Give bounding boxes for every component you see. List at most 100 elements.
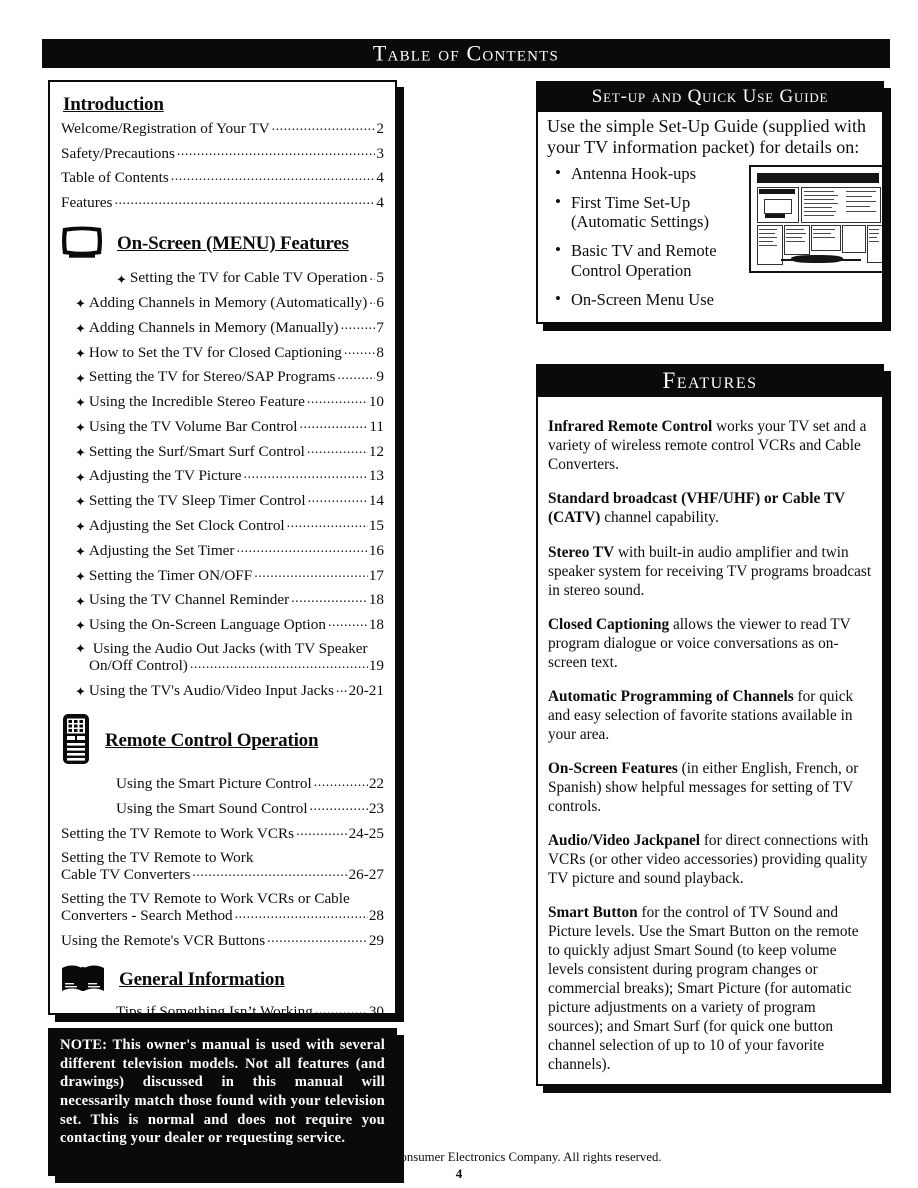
toc-entry[interactable]: Setting the TV Remote to Work VCRs .....… <box>61 825 384 841</box>
leader-dots: ........................................… <box>114 194 375 209</box>
setup-guide-lead-text: Use the simple Set-Up Guide (supplied wi… <box>547 116 866 157</box>
toc-section-remote-control-header: Remote Control Operation <box>61 713 384 770</box>
list-item: On-Screen Menu Use <box>553 289 749 310</box>
toc-entry[interactable]: ✦ Setting the Timer ON/OFF .............… <box>61 567 384 583</box>
toc-entry-page: 19 <box>368 657 384 675</box>
diamond-bullet-icon: ✦ <box>116 271 127 287</box>
toc-entry[interactable]: ✦ Using the Audio Out Jacks (with TV Spe… <box>61 641 384 674</box>
diamond-bullet-icon: ✦ <box>75 321 86 337</box>
leader-dots: ........................................… <box>369 269 376 284</box>
list-item: Antenna Hook-ups <box>553 163 749 184</box>
leader-dots: ........................................… <box>254 566 368 581</box>
feature-item-term: Stereo TV <box>548 543 615 561</box>
toc-entry[interactable]: ✦ Setting the TV for Cable TV Operation … <box>61 270 384 286</box>
toc-section-menu-features-heading: On-Screen (MENU) Features <box>117 233 349 255</box>
toc-entry-label: How to Set the TV for Closed Captioning <box>88 343 342 361</box>
leader-dots: ........................................… <box>309 800 368 815</box>
leader-dots: ........................................… <box>327 616 368 631</box>
toc-entry-page: 15 <box>368 516 384 534</box>
feature-item: Smart Button for the control of TV Sound… <box>548 904 872 1075</box>
leader-dots: ........................................… <box>369 294 375 309</box>
toc-entry-label: Adding Channels in Memory (Manually) <box>88 318 339 336</box>
leader-dots: ........................................… <box>189 657 368 672</box>
diamond-bullet-icon: ✦ <box>75 568 86 584</box>
toc-entry[interactable]: ✦ Setting the TV Sleep Timer Control ...… <box>61 492 384 508</box>
toc-section-introduction-heading: Introduction <box>63 94 164 115</box>
toc-entry[interactable]: Setting the TV Remote to Work VCRs or Ca… <box>61 891 384 924</box>
feature-item-term: On-Screen Features <box>548 760 678 778</box>
toc-entry-page: 26-27 <box>348 866 384 884</box>
toc-entry[interactable]: ✦ Using the TV Volume Bar Control ......… <box>61 418 384 434</box>
toc-entry[interactable]: ✦ How to Set the TV for Closed Captionin… <box>61 344 384 360</box>
tv-icon <box>61 225 103 264</box>
toc-entry[interactable]: Using the Remote's VCR Buttons .........… <box>61 932 384 948</box>
toc-entry[interactable]: Tips if Something Isn’t Working ........… <box>61 1003 384 1015</box>
setup-guide-bullet-list: Antenna Hook-ups First Time Set-Up (Auto… <box>547 160 749 319</box>
toc-entry[interactable]: ✦ Using the TV's Audio/Video Input Jacks… <box>61 682 384 698</box>
leader-dots: ........................................… <box>306 442 368 457</box>
feature-item: Infrared Remote Control works your TV se… <box>548 418 872 475</box>
toc-entry-page: 12 <box>368 442 384 460</box>
leader-dots: ........................................… <box>192 866 347 881</box>
open-book-icon <box>61 963 105 998</box>
toc-entry-label: Safety/Precautions <box>61 144 175 162</box>
toc-entry-page: 11 <box>369 417 384 435</box>
toc-entry-page: 30 <box>368 1003 384 1015</box>
toc-entry-page: 3 <box>376 144 384 162</box>
toc-entry-page: 7 <box>376 318 384 336</box>
toc-entry[interactable]: ✦ Adjusting the Set Timer ..............… <box>61 542 384 558</box>
toc-section-remote-control-heading: Remote Control Operation <box>105 730 319 752</box>
toc-entry-page: 24-25 <box>348 824 384 842</box>
features-banner-title: Features <box>538 366 882 397</box>
toc-entry[interactable]: ✦ Adjusting the Set Clock Control ......… <box>61 517 384 533</box>
toc-entry[interactable]: ✦ Setting the TV for Stereo/SAP Programs… <box>61 369 384 385</box>
toc-entry-label: Using the Smart Picture Control <box>116 775 312 793</box>
leader-dots: ........................................… <box>313 775 368 790</box>
toc-entry-label: Setting the TV for Stereo/SAP Programs <box>88 368 336 386</box>
feature-item: Audio/Video Jackpanel for direct connect… <box>548 832 872 889</box>
toc-entry[interactable]: ✦ Adding Channels in Memory (Automatical… <box>61 294 384 310</box>
leader-dots: ........................................… <box>234 907 368 922</box>
toc-entry-page: 13 <box>368 467 384 485</box>
feature-item-term: Audio/Video Jackpanel <box>548 832 701 850</box>
toc-entry-label: Using the Audio Out Jacks (with TV Speak… <box>92 640 368 658</box>
toc-entry-label: Setting the TV for Cable TV Operation <box>129 269 368 287</box>
toc-entry-page: 8 <box>376 343 384 361</box>
diamond-bullet-icon: ✦ <box>75 370 86 386</box>
feature-item: Stereo TV with built-in audio amplifier … <box>548 544 872 601</box>
toc-entry-label: Using the Incredible Stereo Feature <box>88 393 305 411</box>
toc-entry[interactable]: Table of Contents ......................… <box>61 170 384 186</box>
setup-guide-banner-title: Set-up and Quick Use Guide <box>538 83 882 112</box>
toc-entry[interactable]: ✦ Adjusting the TV Picture .............… <box>61 468 384 484</box>
leader-dots: ........................................… <box>296 825 347 840</box>
feature-item-term: Closed Captioning <box>548 615 670 633</box>
toc-entry-label: Using the TV Channel Reminder <box>88 591 290 609</box>
leader-dots: ........................................… <box>340 319 376 334</box>
toc-entry[interactable]: ✦ Using the Incredible Stereo Feature ..… <box>61 393 384 409</box>
toc-entry-page: 9 <box>376 368 384 386</box>
toc-entry[interactable]: ✦ Adding Channels in Memory (Manually) .… <box>61 319 384 335</box>
toc-entry[interactable]: Safety/Precautions .....................… <box>61 145 384 161</box>
toc-entry[interactable]: Welcome/Registration of Your TV ........… <box>61 120 384 136</box>
table-of-contents-panel: Introduction Welcome/Registration of You… <box>48 80 404 1022</box>
toc-entry[interactable]: Using the Smart Sound Control ..........… <box>61 800 384 816</box>
toc-entry-page: 17 <box>368 566 384 584</box>
diamond-bullet-icon: ✦ <box>75 544 86 559</box>
toc-entry[interactable]: Setting the TV Remote to Work Cable TV C… <box>61 850 384 883</box>
toc-entry[interactable]: ✦ Using the On-Screen Language Option ..… <box>61 616 384 632</box>
toc-entry-label: Using the TV Volume Bar Control <box>88 417 298 435</box>
toc-entry-label: Using the Remote's VCR Buttons <box>61 932 266 950</box>
feature-item: Automatic Programming of Channels for qu… <box>548 688 872 745</box>
toc-entry-label: Using the On-Screen Language Option <box>88 616 326 634</box>
toc-entry[interactable]: Features ...............................… <box>61 194 384 210</box>
diamond-bullet-icon: ✦ <box>75 684 86 700</box>
toc-entry-page: 2 <box>376 119 384 137</box>
toc-entry[interactable]: ✦ Using the TV Channel Reminder ........… <box>61 592 384 608</box>
leader-dots: ........................................… <box>236 541 368 556</box>
toc-entry-page: 22 <box>368 775 384 793</box>
toc-entry[interactable]: ✦ Setting the Surf/Smart Surf Control ..… <box>61 443 384 459</box>
toc-entry[interactable]: Using the Smart Picture Control ........… <box>61 776 384 792</box>
toc-entry-page: 29 <box>368 932 384 950</box>
toc-entry-label: Setting the TV Remote to Work VCRs <box>61 824 295 842</box>
toc-entry-page: 4 <box>376 169 384 187</box>
